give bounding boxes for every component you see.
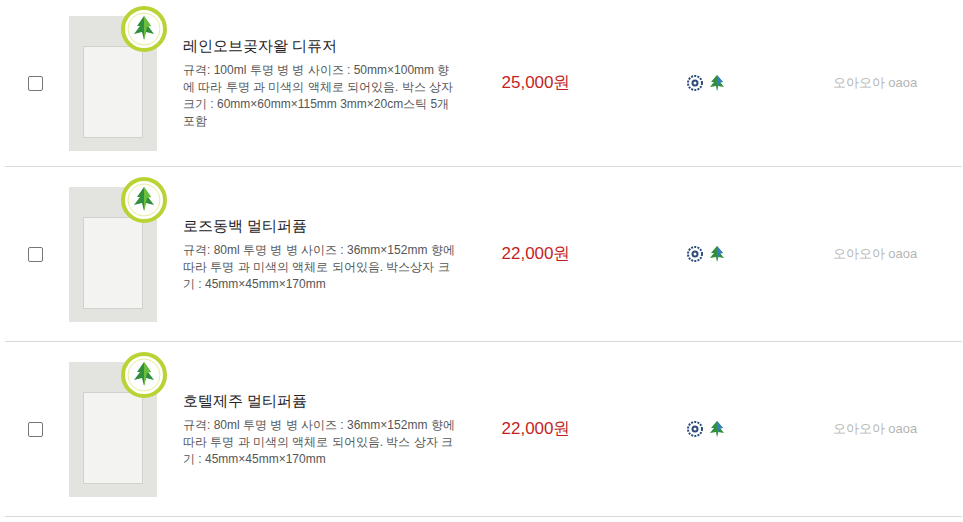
startup-badge-icon	[121, 352, 167, 398]
row-checkbox[interactable]	[28, 76, 43, 91]
certification-icon	[687, 246, 703, 262]
product-image[interactable]	[69, 16, 157, 151]
product-name[interactable]: 레인오브곶자왈 디퓨저	[183, 36, 461, 56]
row-checkbox[interactable]	[28, 247, 43, 262]
product-image[interactable]	[69, 362, 157, 497]
product-list: 레인오브곶자왈 디퓨저규격: 100ml 투명 병 병 사이즈 : 50mm×1…	[0, 0, 963, 522]
product-info: 레인오브곶자왈 디퓨저규격: 100ml 투명 병 병 사이즈 : 50mm×1…	[183, 28, 461, 138]
product-spec: 규격: 80ml 투명 병 병 사이즈 : 36mm×152mm 향에 따라 투…	[183, 242, 461, 293]
cert-icons	[611, 245, 801, 263]
startup-badge-icon	[121, 177, 167, 223]
product-row: 로즈동백 멀티퍼퓸규격: 80ml 투명 병 병 사이즈 : 36mm×152m…	[5, 167, 962, 342]
row-checkbox[interactable]	[28, 422, 43, 437]
product-row: 호텔제주 멀티퍼퓸규격: 80ml 투명 병 병 사이즈 : 36mm×152m…	[5, 342, 962, 517]
product-info: 로즈동백 멀티퍼퓸규격: 80ml 투명 병 병 사이즈 : 36mm×152m…	[183, 208, 461, 301]
seller-name[interactable]: 오아오아 oaoa	[801, 244, 949, 264]
cert-icons	[611, 74, 801, 92]
startup-badge-icon	[121, 6, 167, 52]
eco-product-icon	[709, 245, 725, 263]
certification-icon	[687, 75, 703, 91]
product-info: 호텔제주 멀티퍼퓸규격: 80ml 투명 병 병 사이즈 : 36mm×152m…	[183, 383, 461, 476]
certification-icon	[687, 421, 703, 437]
seller-name[interactable]: 오아오아 oaoa	[801, 73, 949, 93]
product-row: 레인오브곶자왈 디퓨저규격: 100ml 투명 병 병 사이즈 : 50mm×1…	[5, 0, 962, 167]
product-spec: 규격: 100ml 투명 병 병 사이즈 : 50mm×100mm 향에 따라 …	[183, 62, 461, 130]
eco-product-icon	[709, 420, 725, 438]
seller-name[interactable]: 오아오아 oaoa	[801, 419, 949, 439]
product-price: 22,000원	[461, 241, 611, 267]
eco-product-icon	[709, 74, 725, 92]
product-image[interactable]	[69, 187, 157, 322]
cert-icons	[611, 420, 801, 438]
product-price: 22,000원	[461, 416, 611, 442]
product-name[interactable]: 호텔제주 멀티퍼퓸	[183, 391, 461, 411]
product-spec: 규격: 80ml 투명 병 병 사이즈 : 36mm×152mm 향에 따라 투…	[183, 417, 461, 468]
product-price: 25,000원	[461, 70, 611, 96]
product-name[interactable]: 로즈동백 멀티퍼퓸	[183, 216, 461, 236]
